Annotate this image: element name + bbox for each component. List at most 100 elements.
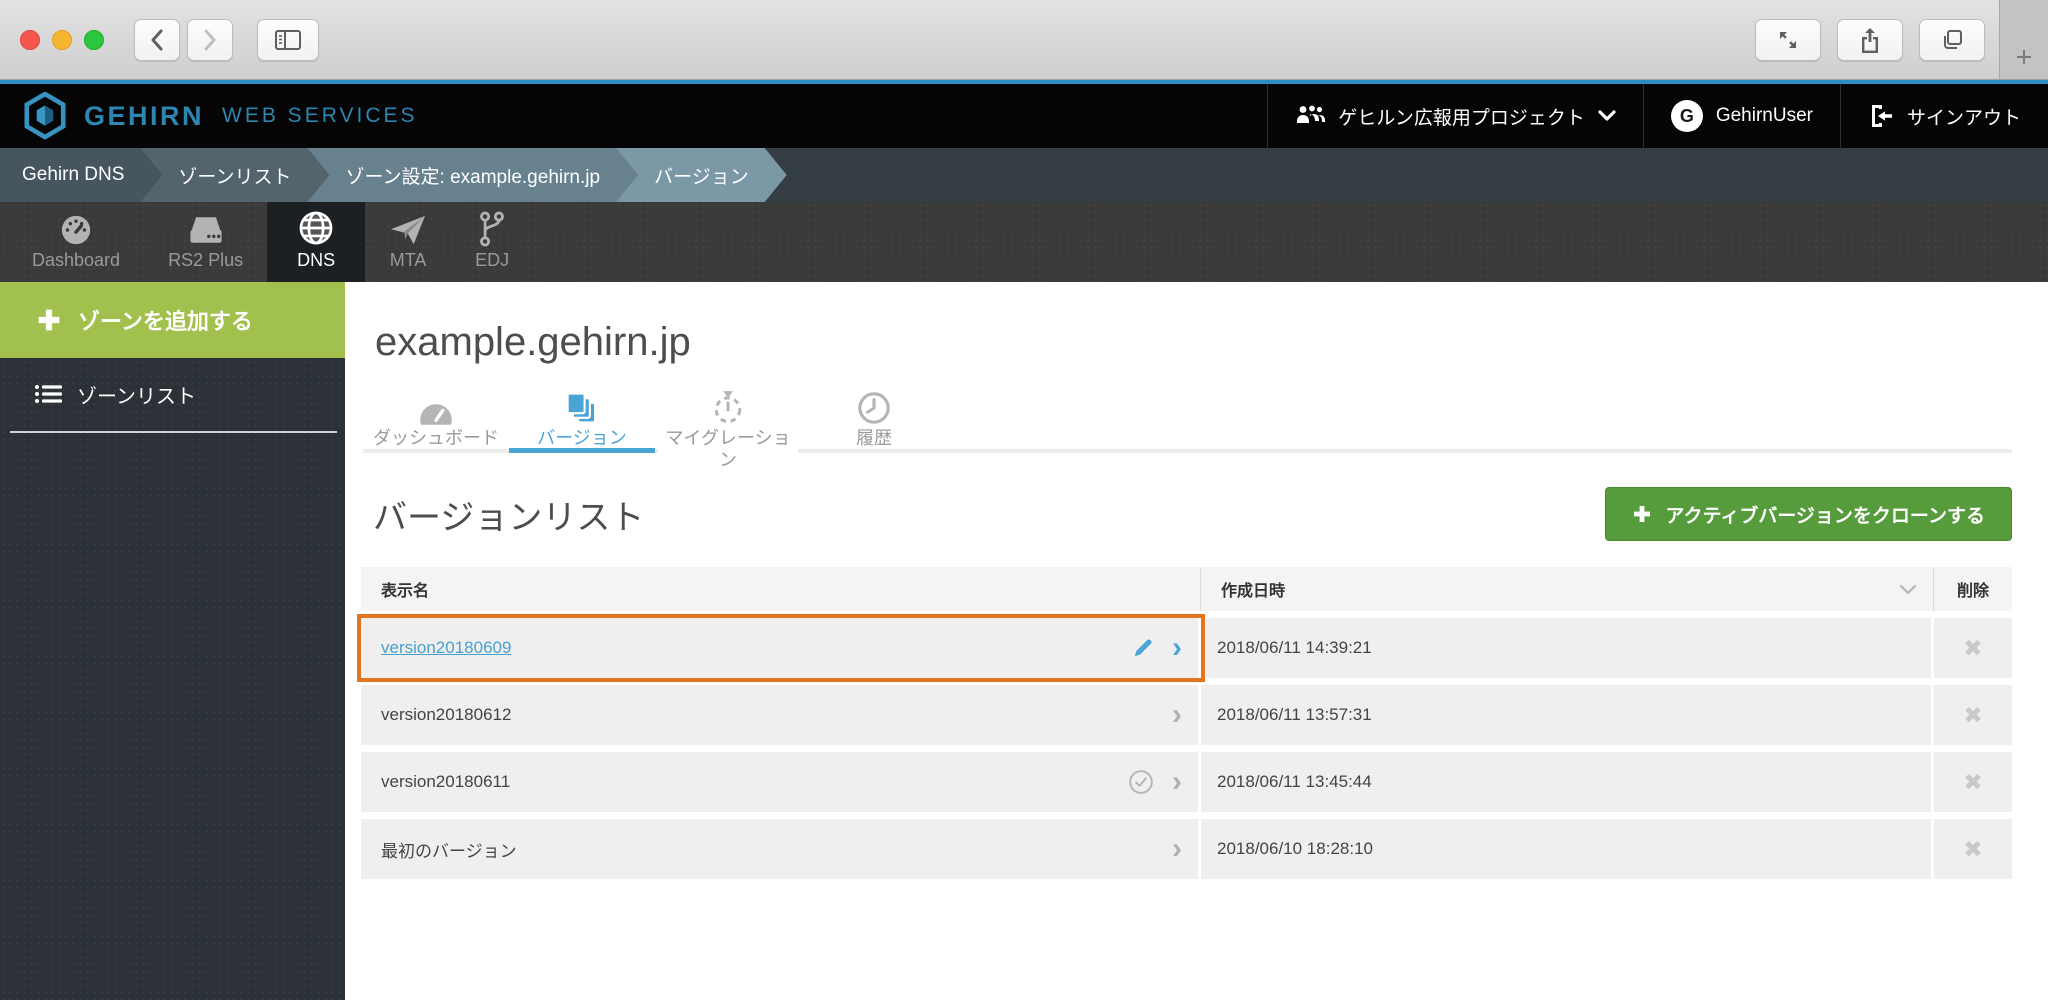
gehirn-logo[interactable]: GEHIRN WEB SERVICES (22, 92, 418, 140)
tab-migration[interactable]: マイグレーション (655, 389, 801, 449)
nav-label: RS2 Plus (168, 250, 243, 271)
nav-item-mta[interactable]: MTA (365, 202, 451, 282)
nav-label: DNS (297, 250, 335, 271)
breadcrumb-zone-list[interactable]: ゾーンリスト (140, 148, 329, 202)
tab-version[interactable]: バージョン (509, 389, 655, 449)
signout-door-icon (1868, 103, 1894, 129)
forward-button[interactable] (187, 19, 233, 61)
chevron-right-icon (202, 29, 218, 51)
nav-item-rs2-plus[interactable]: RS2 Plus (144, 202, 267, 282)
tab-dashboard[interactable]: ダッシュボード (363, 389, 509, 449)
migration-timer-icon (711, 389, 745, 425)
tabs-icon (1940, 28, 1964, 52)
user-menu[interactable]: G GehirnUser (1643, 84, 1840, 148)
sidebar-icon (274, 28, 302, 52)
created-at-cell: 2018/06/11 13:45:44 (1201, 752, 1934, 812)
sidebar-item-zone-list[interactable]: ゾーンリスト (0, 371, 345, 417)
column-header-name: 表示名 (361, 567, 1201, 611)
project-name: ゲヒルン広報用プロジェクト (1338, 103, 1585, 130)
table-row: version20180611 › 2018/06/11 13:45:44 ✖ (361, 752, 2012, 812)
close-button[interactable] (20, 30, 40, 50)
clock-icon (857, 389, 891, 425)
tab-history[interactable]: 履歴 (801, 389, 947, 449)
main-content: example.gehirn.jp ダッシュボード バージョン マイグレーション (345, 282, 2048, 1000)
breadcrumb-gehirn-dns[interactable]: Gehirn DNS (0, 148, 162, 202)
expand-icon (1777, 29, 1799, 51)
delete-cell: ✖ (1934, 618, 2012, 678)
nav-label: EDJ (475, 250, 509, 271)
new-tab-button[interactable] (1999, 0, 2048, 79)
zone-tabs: ダッシュボード バージョン マイグレーション 履歴 (363, 389, 2012, 453)
people-icon (1295, 103, 1325, 129)
version-name: 最初のバージョン (381, 837, 517, 862)
nav-item-dashboard[interactable]: Dashboard (8, 202, 144, 282)
back-button[interactable] (134, 19, 180, 61)
logo-text-secondary: WEB SERVICES (222, 104, 418, 128)
nav-item-edj[interactable]: EDJ (451, 202, 533, 282)
version-link[interactable]: version20180609 (381, 638, 511, 658)
chevron-left-icon (149, 29, 165, 51)
column-header-created[interactable]: 作成日時 (1201, 567, 1934, 611)
edit-pencil-icon[interactable] (1132, 637, 1154, 659)
active-version-check-icon (1128, 769, 1154, 795)
nav-item-dns[interactable]: DNS (267, 202, 365, 282)
page-title: example.gehirn.jp (375, 320, 2012, 365)
breadcrumb: Gehirn DNS ゾーンリスト ゾーン設定: example.gehirn.… (0, 148, 2048, 202)
git-branch-icon (477, 213, 507, 247)
delete-x-icon[interactable]: ✖ (1963, 702, 1982, 729)
list-icon (34, 383, 62, 405)
tab-label: バージョン (533, 427, 631, 449)
table-row: version20180609 › 2018/06/11 14:39:21 ✖ (361, 618, 2012, 678)
add-zone-button[interactable]: ゾーンを追加する (0, 282, 345, 358)
version-name-cell: version20180609 › (361, 618, 1201, 678)
breadcrumb-zone-settings[interactable]: ゾーン設定: example.gehirn.jp (307, 148, 638, 202)
delete-x-icon[interactable]: ✖ (1963, 635, 1982, 662)
share-icon (1859, 27, 1881, 53)
sidebar: ゾーンを追加する ゾーンリスト (0, 282, 345, 1000)
nav-label: Dashboard (32, 250, 120, 271)
sidebar-toggle-button[interactable] (257, 19, 319, 61)
chevron-right-icon[interactable]: › (1172, 834, 1182, 864)
sort-chevron-down-icon[interactable] (1899, 584, 1917, 595)
clone-active-version-button[interactable]: アクティブバージョンをクローンする (1605, 487, 2012, 541)
created-at-cell: 2018/06/11 14:39:21 (1201, 618, 1934, 678)
tab-label: 履歴 (852, 427, 896, 449)
tab-label: ダッシュボード (369, 427, 503, 449)
server-icon (186, 213, 226, 247)
tab-label: マイグレーション (658, 427, 798, 471)
version-name-cell: 最初のバージョン › (361, 819, 1201, 879)
logo-text-primary: GEHIRN (84, 101, 204, 132)
delete-x-icon[interactable]: ✖ (1963, 836, 1982, 863)
breadcrumb-version[interactable]: バージョン (616, 148, 787, 202)
chevron-right-icon[interactable]: › (1172, 700, 1182, 730)
chevron-right-icon[interactable]: › (1172, 767, 1182, 797)
plus-icon (1632, 504, 1652, 524)
paper-plane-icon (389, 213, 427, 247)
created-at-cell: 2018/06/10 18:28:10 (1201, 819, 1934, 879)
copies-icon (565, 389, 599, 425)
product-nav: Dashboard RS2 Plus DNS MTA EDJ (0, 202, 2048, 282)
section-title: バージョンリスト (373, 490, 644, 539)
project-selector[interactable]: ゲヒルン広報用プロジェクト (1267, 84, 1643, 148)
tab-overview-button[interactable] (1919, 19, 1985, 61)
fullscreen-button[interactable] (1755, 19, 1821, 61)
user-name: GehirnUser (1716, 105, 1813, 127)
column-header-delete: 削除 (1934, 567, 2012, 611)
chevron-right-icon[interactable]: › (1172, 633, 1182, 663)
share-button[interactable] (1837, 19, 1903, 61)
browser-toolbar (0, 0, 2048, 80)
table-row: 最初のバージョン › 2018/06/10 18:28:10 ✖ (361, 819, 2012, 879)
minimize-button[interactable] (52, 30, 72, 50)
delete-cell: ✖ (1934, 685, 2012, 745)
plus-icon (2014, 47, 2034, 67)
version-name-cell: version20180612 › (361, 685, 1201, 745)
traffic-lights (20, 30, 104, 50)
signout-button[interactable]: サインアウト (1840, 84, 2048, 148)
zoom-button[interactable] (84, 30, 104, 50)
sidebar-divider (10, 431, 337, 433)
user-avatar: G (1671, 100, 1703, 132)
delete-x-icon[interactable]: ✖ (1963, 769, 1982, 796)
delete-cell: ✖ (1934, 752, 2012, 812)
plus-icon (36, 307, 62, 333)
add-zone-label: ゾーンを追加する (78, 304, 253, 336)
